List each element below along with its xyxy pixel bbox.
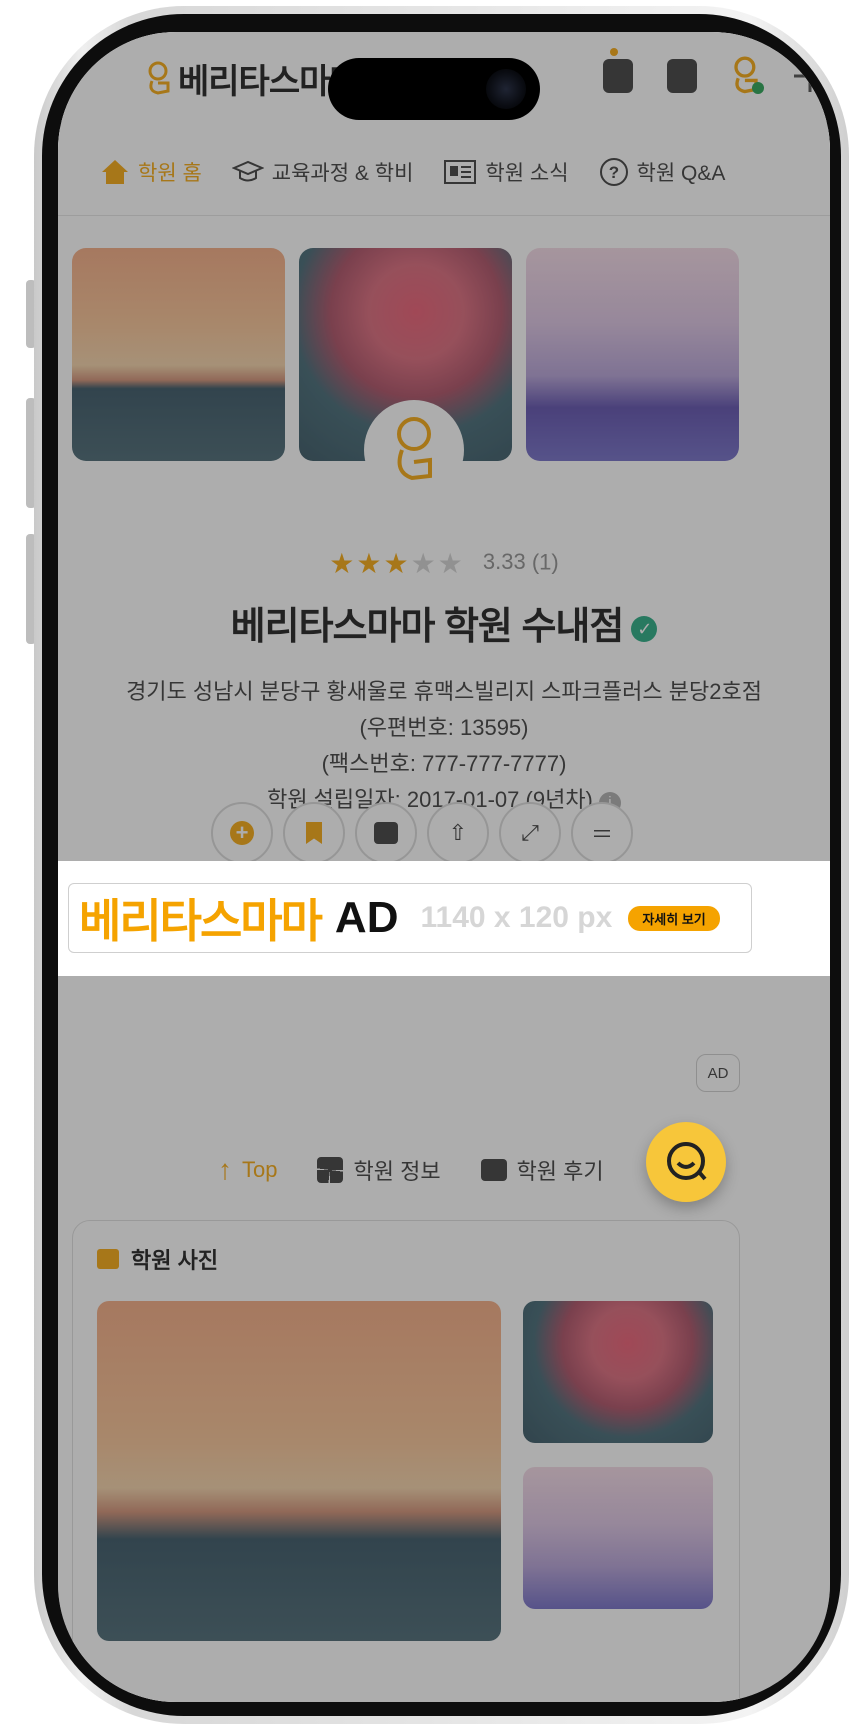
profile-icon[interactable] bbox=[726, 56, 766, 96]
ad-size: 1140 x 120 px bbox=[420, 901, 613, 934]
rating-value: 3.33 bbox=[482, 549, 526, 575]
ad-detail-button[interactable]: 자세히 보기 bbox=[628, 905, 720, 931]
rating-stars: ★★★★★ bbox=[329, 548, 465, 579]
action-buttons: + ⇧ ⤢ ＝ bbox=[211, 802, 633, 864]
academy-logo-icon bbox=[397, 417, 432, 481]
academy-name: 베리타스마마 학원 수내점 ✓ bbox=[58, 595, 830, 650]
tab-qna[interactable]: ? 학원 Q&A bbox=[599, 157, 726, 187]
ad-label: AD bbox=[334, 893, 399, 942]
archive-icon bbox=[374, 822, 398, 844]
ad-brand: 베리타스마마 bbox=[79, 895, 323, 947]
chart-icon: ⤢ bbox=[521, 820, 539, 845]
tab-curriculum-label: 교육과정 & 학비 bbox=[271, 161, 414, 185]
quick-nav: ↑ Top 학원 정보 학원 후기 bbox=[218, 1154, 604, 1186]
photo-main[interactable] bbox=[97, 1301, 501, 1641]
rating-count: (1) bbox=[531, 549, 559, 575]
academy-reviews-link[interactable]: 학원 후기 bbox=[480, 1154, 604, 1186]
ad-banner[interactable]: 베리타스마마 AD 1140 x 120 px 자세히 보기 bbox=[68, 883, 752, 953]
academy-name-text: 베리타스마마 학원 수내점 bbox=[230, 606, 625, 648]
tab-curriculum[interactable]: 교육과정 & 학비 bbox=[231, 157, 414, 187]
academy-address: 경기도 성남시 분당구 황새울로 휴맥스빌리지 스파크플러스 분당2호점 bbox=[126, 679, 762, 704]
chat-bubble-icon bbox=[480, 1159, 507, 1181]
share-button[interactable]: ⇧ bbox=[427, 802, 489, 864]
tab-news-label: 학원 소식 bbox=[485, 161, 569, 185]
dynamic-island bbox=[328, 58, 540, 120]
academy-avatar bbox=[364, 400, 464, 500]
photo-gallery-icon bbox=[97, 1249, 119, 1269]
photo-thumb-2[interactable] bbox=[523, 1467, 713, 1609]
tab-news[interactable]: 학원 소식 bbox=[443, 157, 569, 187]
brand-logo[interactable]: 베리타스마마 bbox=[146, 54, 361, 103]
photos-title-text: 학원 사진 bbox=[131, 1248, 219, 1273]
newspaper-icon bbox=[444, 159, 477, 184]
rating: ★★★★★ 3.33 (1) bbox=[58, 547, 830, 580]
arrow-up-icon: ↑ bbox=[218, 1154, 232, 1185]
menu-button[interactable]: ＝ bbox=[571, 802, 633, 864]
plus-circle-icon: + bbox=[230, 821, 254, 845]
academy-fax: (팩스번호: 777-777-7777) bbox=[321, 751, 567, 776]
add-favorite-button[interactable]: + bbox=[211, 802, 273, 864]
scroll-top-button[interactable]: ↑ Top bbox=[218, 1154, 277, 1186]
brand-logo-icon bbox=[148, 61, 170, 95]
hero-image-3[interactable] bbox=[526, 248, 739, 461]
graduation-cap-icon bbox=[231, 160, 264, 181]
notification-icon[interactable] bbox=[598, 48, 638, 96]
home-icon bbox=[102, 159, 128, 184]
chat-icon bbox=[667, 1142, 707, 1181]
bookmark-icon bbox=[306, 822, 322, 844]
compare-button[interactable]: ⤢ bbox=[499, 802, 561, 864]
hero-image-1[interactable] bbox=[72, 248, 285, 461]
photos-title: 학원 사진 bbox=[97, 1243, 218, 1275]
inbox-button[interactable] bbox=[355, 802, 417, 864]
photo-thumb-1[interactable] bbox=[523, 1301, 713, 1443]
academy-reviews-label: 학원 후기 bbox=[516, 1159, 604, 1184]
menu-icon: ＝ bbox=[590, 822, 613, 847]
verified-icon: ✓ bbox=[631, 615, 658, 642]
tab-qna-label: 학원 Q&A bbox=[636, 161, 726, 185]
question-circle-icon: ? bbox=[599, 157, 628, 186]
bookmark-button[interactable] bbox=[283, 802, 345, 864]
ad-section: 베리타스마마 AD 1140 x 120 px 자세히 보기 bbox=[58, 861, 830, 976]
academy-info-label: 학원 정보 bbox=[353, 1159, 441, 1184]
grid-icon bbox=[317, 1157, 344, 1183]
chat-fab-button[interactable] bbox=[646, 1122, 726, 1202]
svg-text:?: ? bbox=[608, 163, 618, 182]
scroll-top-label: Top bbox=[242, 1157, 278, 1182]
academy-postal: (우편번호: 13595) bbox=[359, 715, 529, 740]
tab-home[interactable]: 학원 홈 bbox=[100, 157, 202, 187]
tab-home-label: 학원 홈 bbox=[138, 161, 202, 185]
share-icon: ⇧ bbox=[448, 820, 468, 845]
academy-tabs: 학원 홈 교육과정 & 학비 학원 소식 ? 학원 Q&A bbox=[58, 128, 830, 216]
photos-card: 학원 사진 bbox=[72, 1220, 740, 1702]
screen: 베리타스마마 학원 홈 교육과정 & 학비 학원 소식 ? 학원 Q&A ★★★… bbox=[58, 32, 830, 1702]
inbox-icon[interactable] bbox=[662, 56, 702, 96]
ad-badge: AD bbox=[696, 1054, 740, 1092]
add-icon[interactable] bbox=[790, 56, 830, 96]
academy-info-link[interactable]: 학원 정보 bbox=[317, 1154, 441, 1186]
